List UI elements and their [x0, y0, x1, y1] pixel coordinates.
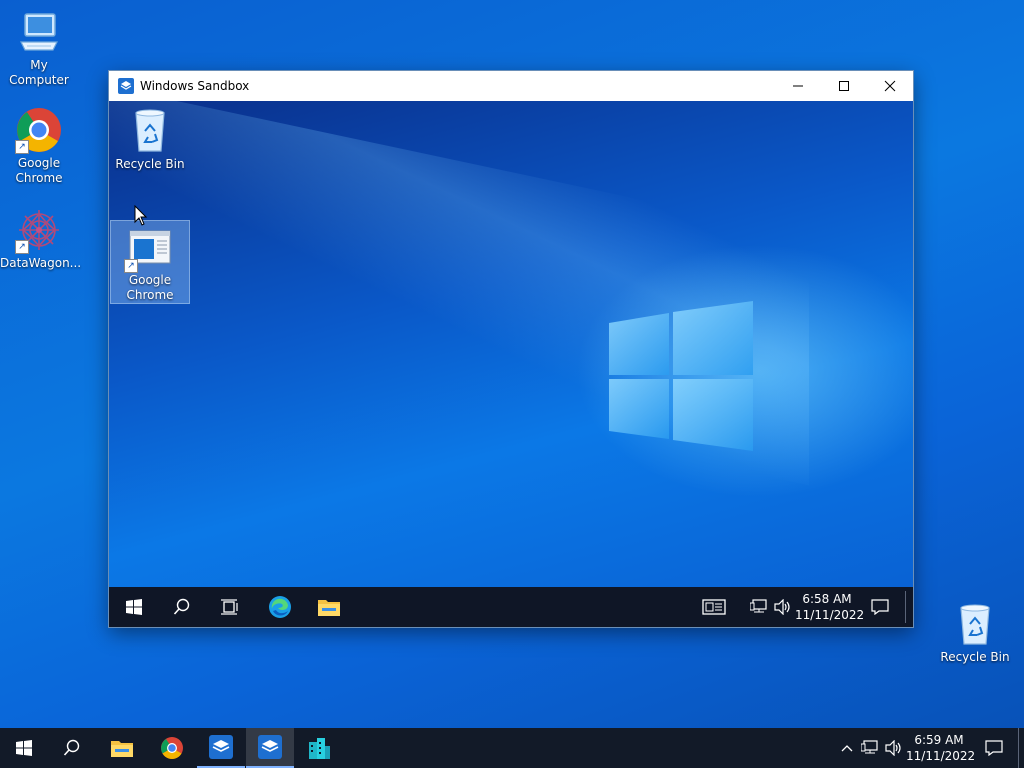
desktop-icon-label: Google Chrome [126, 273, 174, 302]
shortcut-arrow-icon: ↗ [124, 259, 138, 273]
recycle-bin-icon [126, 107, 174, 155]
host-clock-time: 6:59 AM [914, 733, 964, 747]
sandbox-icon-google-chrome[interactable]: ↗ Google Chrome [110, 220, 190, 304]
network-icon [861, 740, 878, 754]
sandbox-desktop: Recycle Bin ↗ Google Chrome [109, 101, 913, 587]
edge-icon [269, 596, 291, 618]
maximize-icon [839, 81, 849, 91]
recycle-bin-icon [951, 600, 999, 648]
maximize-button[interactable] [821, 71, 867, 101]
sandbox-icon [258, 735, 282, 759]
sandbox-clock-time: 6:58 AM [802, 592, 852, 606]
sandbox-clock[interactable]: 6:58 AM 11/11/2022 [795, 591, 865, 623]
notification-icon [871, 599, 889, 615]
windows-start-icon [16, 740, 32, 756]
folder-icon [111, 741, 133, 757]
sandbox-icon-recycle-bin[interactable]: Recycle Bin [111, 105, 189, 172]
volume-icon [885, 740, 901, 756]
notifications-button[interactable] [970, 728, 1018, 768]
news-icon [702, 599, 726, 615]
close-button[interactable] [867, 71, 913, 101]
desktop-icon-label: Recycle Bin [940, 650, 1010, 664]
window-titlebar[interactable]: Windows Sandbox [109, 71, 913, 101]
mouse-cursor-icon [134, 205, 148, 226]
host-clock[interactable]: 6:59 AM 11/11/2022 [906, 732, 976, 764]
datawagon-icon: ↗ [15, 206, 63, 254]
notification-icon [985, 740, 1003, 756]
windows-wallpaper-logo [609, 301, 753, 451]
buildings-icon [309, 738, 330, 759]
chevron-up-icon [841, 745, 853, 752]
network-button[interactable] [858, 728, 882, 768]
task-view-icon [221, 599, 238, 615]
file-explorer-button[interactable] [98, 728, 146, 768]
sandbox-task-view-button[interactable] [207, 587, 253, 627]
sandbox-taskbar-button-1[interactable] [197, 728, 245, 768]
window-title: Windows Sandbox [140, 79, 250, 93]
chrome-icon: ↗ [15, 106, 63, 154]
show-desktop-button[interactable] [1018, 728, 1024, 768]
search-icon [173, 598, 190, 615]
show-hidden-icons-button[interactable] [836, 728, 858, 768]
sandbox-clock-date: 11/11/2022 [795, 608, 865, 622]
show-desktop-divider[interactable] [905, 591, 906, 623]
sandbox-taskbar: 6:58 AM 11/11/2022 [109, 587, 913, 627]
network-icon [750, 599, 767, 613]
sandbox-edge-button[interactable] [257, 587, 303, 627]
chrome-icon [161, 737, 183, 759]
desktop-icon-label: Recycle Bin [115, 157, 185, 171]
volume-button[interactable] [882, 728, 906, 768]
desktop-icon-google-chrome[interactable]: ↗ Google Chrome [0, 106, 78, 186]
sandbox-news-button[interactable] [691, 587, 737, 627]
minimize-icon [793, 85, 803, 87]
sandbox-network-button[interactable] [747, 587, 771, 627]
shortcut-arrow-icon: ↗ [15, 140, 29, 154]
close-icon [884, 80, 896, 92]
start-button[interactable] [0, 728, 48, 768]
folder-icon [318, 600, 340, 616]
sandbox-search-button[interactable] [159, 587, 205, 627]
sandbox-window[interactable]: Windows Sandbox Recycle Bin ↗ Google Chr… [109, 71, 913, 627]
volume-icon [774, 599, 790, 615]
sandbox-notifications-button[interactable] [857, 587, 903, 627]
datawagon-taskbar-button[interactable] [295, 728, 343, 768]
generic-app-icon: ↗ [124, 223, 174, 273]
chrome-button[interactable] [148, 728, 196, 768]
search-button[interactable] [48, 728, 96, 768]
shortcut-arrow-icon: ↗ [15, 240, 29, 254]
search-icon [63, 739, 80, 756]
sandbox-icon [209, 735, 233, 759]
sandbox-taskbar-button-2[interactable] [246, 728, 294, 768]
computer-icon [15, 8, 63, 56]
desktop-icon-my-computer[interactable]: My Computer [0, 8, 78, 88]
desktop-icon-label: Google Chrome [15, 156, 63, 185]
sandbox-start-button[interactable] [111, 587, 157, 627]
minimize-button[interactable] [775, 71, 821, 101]
host-taskbar: 6:59 AM 11/11/2022 [0, 728, 1024, 768]
sandbox-icon [118, 78, 134, 94]
host-clock-date: 11/11/2022 [906, 749, 976, 763]
desktop-icon-label: My Computer [9, 58, 69, 87]
desktop-icon-label: DataWagon... [0, 256, 82, 270]
desktop-icon-datawagon[interactable]: ↗ DataWagon... [0, 206, 82, 271]
windows-start-icon [126, 599, 142, 615]
sandbox-volume-button[interactable] [771, 587, 795, 627]
desktop-icon-recycle-bin[interactable]: Recycle Bin [936, 600, 1014, 665]
sandbox-file-explorer-button[interactable] [306, 587, 352, 627]
